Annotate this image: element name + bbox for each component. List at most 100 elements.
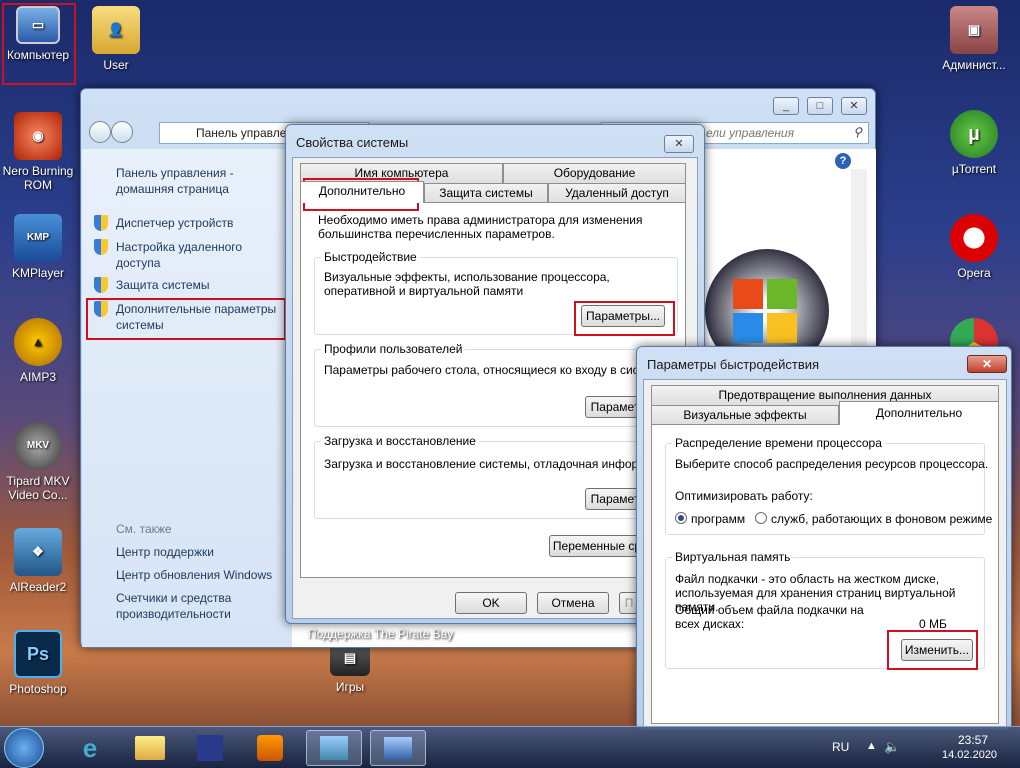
taskbar-ie[interactable]: e bbox=[62, 730, 118, 766]
change-button[interactable]: Изменить... bbox=[901, 639, 973, 661]
tab-system-protection[interactable]: Защита системы bbox=[424, 183, 548, 203]
pirate-bay-label[interactable]: Поддержка The Pirate Bay bbox=[308, 627, 453, 641]
folder-icon bbox=[135, 736, 165, 760]
desktop-icon-games[interactable]: ▤ Игры bbox=[312, 640, 388, 694]
help-icon[interactable]: ? bbox=[835, 153, 851, 169]
desktop-icon-aimp3[interactable]: ▲ AIMP3 bbox=[0, 318, 76, 384]
profiles-desc: Параметры рабочего стола, относящиеся ко… bbox=[324, 363, 644, 377]
folder-icon: 👤 bbox=[92, 6, 140, 54]
ie-icon: e bbox=[82, 732, 98, 763]
radio-services-label[interactable]: служб, работающих в фоновом режиме bbox=[771, 512, 992, 526]
minimize-button[interactable]: _ bbox=[773, 97, 799, 115]
search-icon[interactable]: ⚲ bbox=[853, 125, 862, 139]
media-icon bbox=[257, 735, 283, 761]
left-pane: Панель управления - домашняя страница Ди… bbox=[82, 149, 292, 647]
link-performance-tools[interactable]: Счетчики и средства производительности bbox=[116, 590, 266, 622]
taskbar-media[interactable] bbox=[242, 730, 298, 766]
taskbar-control-panel[interactable] bbox=[306, 730, 362, 766]
desktop-icon-utorrent[interactable]: µ µTorrent bbox=[936, 110, 1012, 176]
taskbar-system[interactable] bbox=[370, 730, 426, 766]
desktop-icon-tipard[interactable]: MKV Tipard MKV Video Co... bbox=[0, 422, 76, 502]
desktop-icon-label: µTorrent bbox=[951, 162, 997, 176]
link-device-manager[interactable]: Диспетчер устройств bbox=[116, 215, 233, 231]
group-title: Распределение времени процессора bbox=[672, 436, 885, 450]
environment-variables-button[interactable]: Переменные ср bbox=[549, 535, 645, 557]
tab-advanced[interactable]: Дополнительно bbox=[300, 181, 424, 203]
cancel-button[interactable]: Отмена bbox=[537, 592, 609, 614]
clock-time[interactable]: 23:57 bbox=[958, 733, 988, 747]
shield-icon bbox=[94, 277, 108, 293]
desktop-icon-label: Photoshop bbox=[9, 682, 67, 696]
radio-services[interactable] bbox=[755, 512, 767, 524]
address-text: Панель управле bbox=[196, 126, 287, 140]
close-button[interactable]: ✕ bbox=[967, 355, 1007, 373]
desktop-icon-label: KMPlayer bbox=[11, 266, 64, 280]
performance-desc: Визуальные эффекты, использование процес… bbox=[324, 270, 610, 298]
radio-programs[interactable] bbox=[675, 512, 687, 524]
desktop-icon-alreader[interactable]: ❖ AlReader2 bbox=[0, 528, 76, 594]
desktop-icon-label: Opera bbox=[957, 266, 991, 280]
close-button[interactable]: ✕ bbox=[841, 97, 867, 115]
computer-icon: ▭ bbox=[16, 6, 60, 44]
tab-remote[interactable]: Удаленный доступ bbox=[548, 183, 686, 203]
desktop-icon-label: Компьютер bbox=[6, 48, 70, 62]
desktop-icon-nero[interactable]: ◉ Nero Burning ROM bbox=[0, 112, 76, 192]
tab-advanced[interactable]: Дополнительно bbox=[839, 401, 999, 425]
group-title: Профили пользователей bbox=[321, 342, 466, 356]
desktop-icon-label: AIMP3 bbox=[19, 370, 56, 384]
startup-desc: Загрузка и восстановление системы, отлад… bbox=[324, 457, 644, 471]
taskbar-explorer[interactable] bbox=[122, 730, 178, 766]
tab-hardware[interactable]: Оборудование bbox=[503, 163, 686, 183]
aimp-icon: ▲ bbox=[14, 318, 62, 366]
admin-note: Необходимо иметь права администратора дл… bbox=[318, 213, 643, 241]
photoshop-icon: Ps bbox=[14, 630, 62, 678]
desktop-icon-user[interactable]: 👤 User bbox=[78, 6, 154, 72]
cpu-desc: Выберите способ распределения ресурсов п… bbox=[675, 457, 989, 471]
utorrent-icon: µ bbox=[950, 110, 998, 158]
ok-button[interactable]: OK bbox=[455, 592, 527, 614]
desktop-icon-photoshop[interactable]: Ps Photoshop bbox=[0, 630, 76, 696]
volume-icon[interactable]: 🔈 bbox=[884, 739, 900, 755]
search-placeholder: ели управления bbox=[706, 126, 794, 140]
link-advanced-settings[interactable]: Дополнительные параметры системы bbox=[116, 301, 286, 333]
link-remote-settings[interactable]: Настройка удаленного доступа bbox=[116, 239, 256, 271]
maximize-button[interactable]: □ bbox=[807, 97, 833, 115]
clock-date[interactable]: 14.02.2020 bbox=[942, 749, 997, 761]
back-button[interactable] bbox=[89, 121, 111, 143]
dialog-title: Параметры быстродействия bbox=[647, 357, 820, 372]
shield-icon bbox=[94, 301, 108, 317]
link-windows-update[interactable]: Центр обновления Windows bbox=[116, 567, 272, 583]
dialog-title: Свойства системы bbox=[296, 135, 409, 150]
group-title: Виртуальная память bbox=[672, 550, 794, 564]
forward-button[interactable] bbox=[111, 121, 133, 143]
language-indicator[interactable]: RU bbox=[832, 740, 849, 754]
see-also-heading: См. также bbox=[116, 522, 172, 536]
radio-programs-label[interactable]: программ bbox=[691, 512, 745, 526]
taskbar-save-app[interactable] bbox=[182, 730, 238, 766]
alreader-icon: ❖ bbox=[14, 528, 62, 576]
group-title: Загрузка и восстановление bbox=[321, 434, 479, 448]
close-button[interactable]: ✕ bbox=[664, 135, 694, 153]
desktop-icon-admin[interactable]: ▣ Админист... bbox=[936, 6, 1012, 72]
group-title: Быстродействие bbox=[321, 250, 420, 264]
performance-options-dialog: Параметры быстродействия ✕ Предотвращени… bbox=[636, 346, 1012, 730]
link-action-center[interactable]: Центр поддержки bbox=[116, 544, 214, 560]
tab-computer-name[interactable]: Имя компьютера bbox=[300, 163, 503, 183]
shield-icon bbox=[94, 215, 108, 231]
optimize-label: Оптимизировать работу: bbox=[675, 489, 813, 503]
shortcut-icon: ▣ bbox=[950, 6, 998, 54]
shield-icon bbox=[94, 239, 108, 255]
start-button[interactable] bbox=[4, 728, 44, 768]
computer-icon bbox=[384, 737, 412, 759]
desktop-icon-label: Админист... bbox=[942, 58, 1006, 72]
desktop-icon-computer[interactable]: ▭ Компьютер bbox=[0, 6, 76, 62]
performance-settings-button[interactable]: Параметры... bbox=[581, 305, 665, 327]
desktop-icon-opera[interactable]: Opera bbox=[936, 214, 1012, 280]
tab-visual-effects[interactable]: Визуальные эффекты bbox=[651, 405, 839, 425]
desktop-icon-label: Tipard MKV Video Co... bbox=[6, 474, 70, 502]
desktop-icon-kmplayer[interactable]: KMP KMPlayer bbox=[0, 214, 76, 280]
desktop-icon-label: Игры bbox=[335, 680, 365, 694]
home-link[interactable]: Панель управления - домашняя страница bbox=[116, 165, 276, 197]
notification-arrow-icon[interactable]: ▲ bbox=[866, 740, 877, 752]
link-system-protection[interactable]: Защита системы bbox=[116, 277, 209, 293]
